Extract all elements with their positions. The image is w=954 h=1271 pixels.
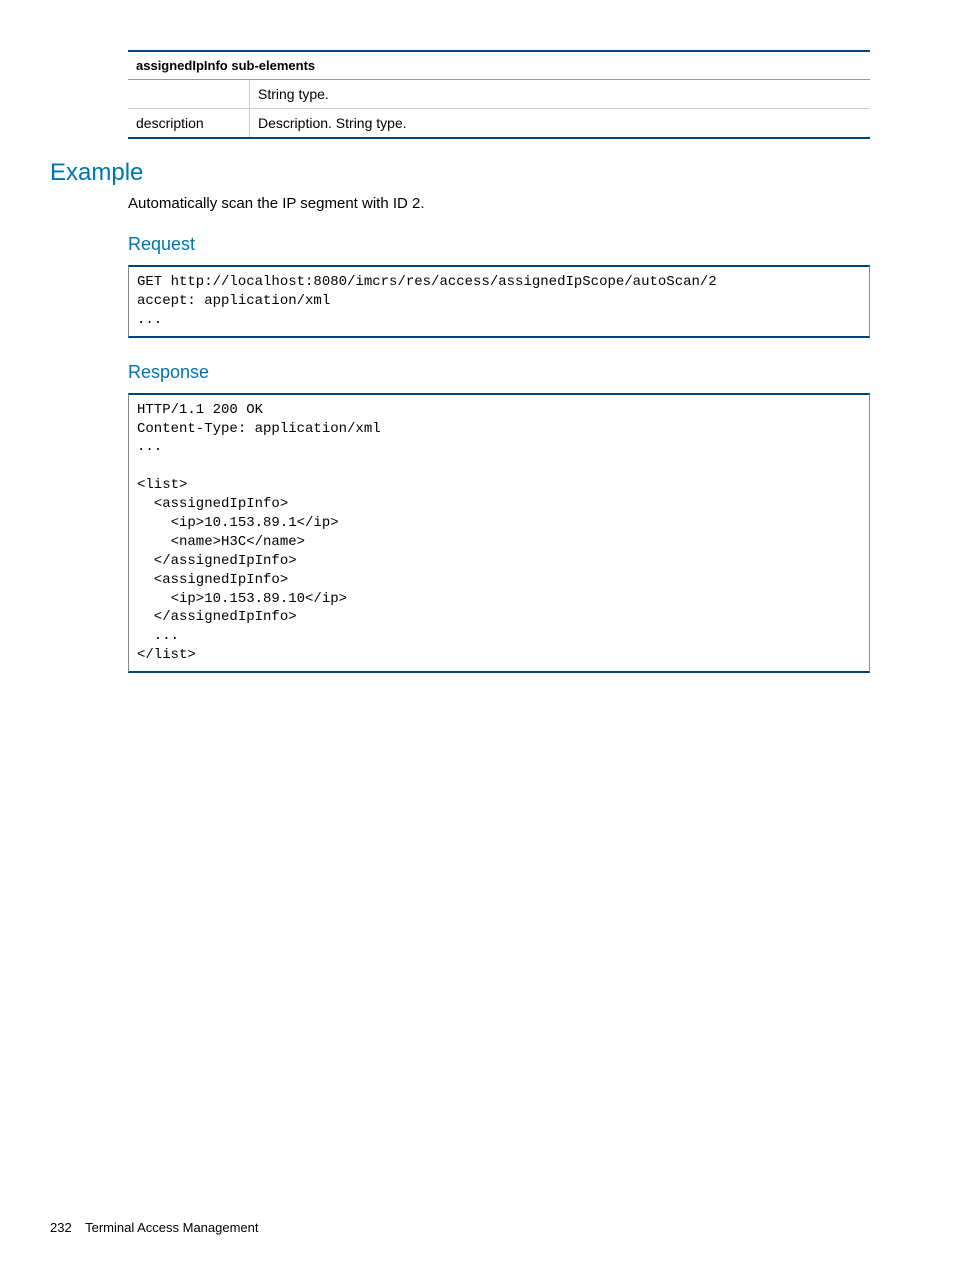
response-code-block: HTTP/1.1 200 OK Content-Type: applicatio…: [128, 393, 870, 673]
table-cell-desc: String type.: [250, 80, 871, 109]
table-cell-name: [128, 80, 250, 109]
page-footer: 232 Terminal Access Management: [50, 1220, 259, 1235]
table-header: assignedIpInfo sub-elements: [128, 51, 870, 80]
table-cell-desc: Description. String type.: [250, 109, 871, 139]
example-description: Automatically scan the IP segment with I…: [128, 195, 870, 212]
request-code-block: GET http://localhost:8080/imcrs/res/acce…: [128, 265, 870, 338]
table-row: String type.: [128, 80, 870, 109]
table-cell-name: description: [128, 109, 250, 139]
page-number: 232: [50, 1220, 72, 1235]
response-heading: Response: [128, 362, 870, 383]
table-row: description Description. String type.: [128, 109, 870, 139]
footer-title: Terminal Access Management: [85, 1220, 258, 1235]
subelements-table: assignedIpInfo sub-elements String type.…: [128, 50, 870, 139]
request-heading: Request: [128, 234, 870, 255]
example-heading: Example: [50, 159, 870, 187]
